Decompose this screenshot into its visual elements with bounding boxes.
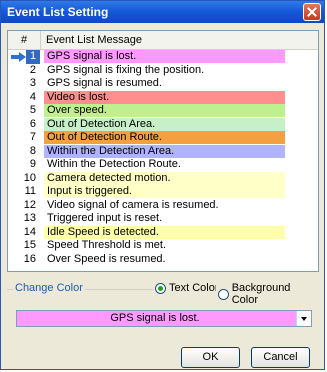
ok-button[interactable]: OK [181,347,240,368]
selection-arrow-icon [11,52,26,62]
title-bar[interactable]: Event List Setting [1,1,324,23]
row-message: Camera detected motion. [44,171,285,185]
row-message: Out of Detection Route. [44,131,285,144]
row-message: Out of Detection Area. [44,117,285,131]
color-dropdown[interactable]: GPS signal is lost. [16,310,312,327]
row-number: 15 [23,239,36,251]
row-message: Over Speed is resumed. [44,252,285,266]
row-number: 2 [29,63,36,76]
row-message: GPS signal is lost. [44,50,285,63]
row-message: GPS signal is resumed. [44,77,285,90]
column-header-number[interactable]: # [8,31,41,49]
list-item[interactable]: 15 Speed Threshold is met. [8,239,318,253]
change-color-label: Change Color [13,282,85,294]
row-number: 16 [23,252,36,265]
list-item[interactable]: 7 Out of Detection Route. [8,131,318,145]
row-number: 4 [29,90,36,103]
row-number: 13 [23,212,36,224]
close-button[interactable] [303,3,321,21]
list-item[interactable]: 5 Over speed. [8,104,318,118]
row-message: Within the Detection Area. [44,144,285,158]
list-item[interactable]: 1 GPS signal is lost. [8,50,318,64]
list-item[interactable]: 10 Camera detected motion. [8,171,318,186]
row-number: 12 [23,198,36,211]
list-item[interactable]: 16 Over Speed is resumed. [8,252,318,267]
background-color-radio-dot[interactable] [218,288,229,300]
text-color-radio[interactable]: Text Color [153,282,221,294]
row-message: Idle Speed is detected. [44,225,285,239]
row-number: 7 [29,131,36,143]
row-number: 9 [29,158,36,170]
row-message: Input is triggered. [44,185,285,198]
cancel-button[interactable]: Cancel [251,347,310,368]
row-message: Triggered input is reset. [44,212,285,225]
event-list-setting-window: Event List Setting # Event List Message … [0,0,325,370]
list-item[interactable]: 4 Video is lost. [8,90,318,105]
row-message: Over speed. [44,104,285,117]
row-message: Video is lost. [44,90,285,104]
list-item[interactable]: 3 GPS signal is resumed. [8,77,318,91]
list-item[interactable]: 2 GPS signal is fixing the position. [8,63,318,78]
column-header-message[interactable]: Event List Message [46,31,142,49]
row-number: 3 [29,77,36,89]
row-number: 11 [24,185,36,197]
dropdown-value: GPS signal is lost. [110,312,200,324]
list-item[interactable]: 14 Idle Speed is detected. [8,225,318,240]
list-item[interactable]: 8 Within the Detection Area. [8,144,318,159]
chevron-down-icon[interactable] [296,311,311,326]
row-number: 5 [29,104,36,116]
row-message: GPS signal is fixing the position. [44,63,285,77]
list-rows: 1 GPS signal is lost. 2 GPS signal is fixin… [8,50,318,266]
background-color-label: Background Color [231,282,291,306]
list-header: # Event List Message [8,31,318,50]
row-number: 14 [23,225,36,238]
list-item[interactable]: 12 Video signal of camera is resumed. [8,198,318,213]
row-number: 6 [29,117,36,130]
list-item[interactable]: 13 Triggered input is reset. [8,212,318,226]
text-color-label: Text Color [169,282,219,294]
event-list[interactable]: # Event List Message 1 GPS signal is lost… [7,30,319,272]
row-message: Video signal of camera is resumed. [44,198,285,212]
background-color-radio[interactable]: Background Color [216,282,319,306]
window-title: Event List Setting [7,5,109,19]
row-message: Speed Threshold is met. [44,239,285,252]
list-item[interactable]: 9 Within the Detection Route. [8,158,318,172]
row-number: 10 [23,171,36,184]
row-message: Within the Detection Route. [44,158,285,171]
text-color-radio-dot[interactable] [155,282,166,294]
change-color-group: Change Color Text Color Background Color… [7,279,319,344]
row-number: 8 [29,144,36,157]
row-number: 1 [26,50,40,64]
list-item[interactable]: 11 Input is triggered. [8,185,318,199]
list-item[interactable]: 6 Out of Detection Area. [8,117,318,132]
